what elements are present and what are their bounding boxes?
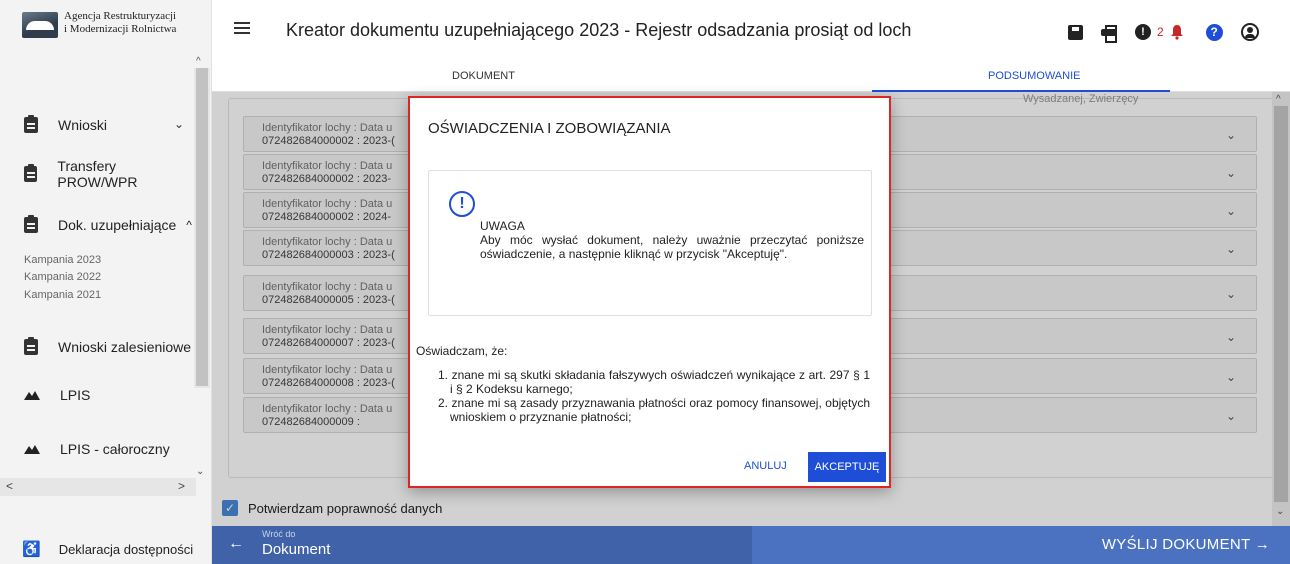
save-icon[interactable] bbox=[1068, 24, 1083, 40]
sidebar: Agencja Restrukturyzacji i Modernizacji … bbox=[0, 0, 212, 564]
sidebar-item-wnioski[interactable]: Wnioski ⌄ bbox=[0, 110, 194, 140]
scroll-left-icon[interactable]: < bbox=[6, 479, 13, 493]
logo-line-2: i Modernizacji Rolnictwa bbox=[64, 23, 177, 35]
sidebar-subitem-kampania-2022[interactable]: Kampania 2022 bbox=[24, 271, 101, 283]
sidebar-item-lpis-caloroczny[interactable]: LPIS - całoroczny bbox=[0, 434, 194, 464]
mountain-icon bbox=[24, 390, 40, 400]
warning-box: ! UWAGA Aby móc wysłać dokument, należy … bbox=[428, 170, 872, 316]
clipboard-icon bbox=[24, 215, 38, 233]
bottom-bar: ← Wróć do Dokument WYŚLIJ DOKUMENT → bbox=[212, 526, 1290, 564]
sidebar-horizontal-scrollbar[interactable]: < > bbox=[0, 478, 196, 496]
tabs: DOKUMENT PODSUMOWANIE bbox=[212, 64, 1290, 92]
mountain-icon bbox=[24, 444, 40, 454]
sidebar-subitem-kampania-2023[interactable]: Kampania 2023 bbox=[24, 254, 101, 266]
back-button[interactable]: Dokument bbox=[262, 541, 330, 558]
sidebar-scroll-up-icon[interactable]: ^ bbox=[196, 56, 201, 67]
accessibility-icon: ♿ bbox=[22, 541, 41, 558]
cancel-button[interactable]: ANULUJ bbox=[744, 460, 787, 472]
sidebar-item-label: Wnioski zalesieniowe bbox=[58, 339, 192, 355]
sidebar-item-wnioski-zalesieniowe[interactable]: Wnioski zalesieniowe bbox=[0, 332, 194, 362]
declaration-item: 1. znane mi są skutki składania fałszywy… bbox=[438, 368, 870, 396]
accept-button[interactable]: AKCEPTUJĘ bbox=[808, 452, 886, 482]
tab-summary[interactable]: PODSUMOWANIE bbox=[988, 70, 1081, 82]
user-icon[interactable] bbox=[1240, 23, 1259, 41]
declarations-dialog: OŚWIADCZENIA I ZOBOWIĄZANIA ! UWAGA Aby … bbox=[408, 96, 891, 488]
sidebar-scrollbar-thumb[interactable] bbox=[196, 68, 208, 386]
sidebar-item-dok-uzupelniajace[interactable]: Dok. uzupełniające ^ bbox=[0, 210, 194, 240]
tab-document[interactable]: DOKUMENT bbox=[452, 70, 515, 82]
sidebar-item-lpis[interactable]: LPIS bbox=[0, 380, 194, 410]
sidebar-item-label: Transfery PROW/WPR bbox=[57, 158, 138, 190]
arimr-logo-icon bbox=[22, 12, 58, 38]
declaration-intro: Oświadczam, że: bbox=[416, 344, 508, 358]
back-caption[interactable]: Wróć do bbox=[262, 529, 295, 539]
logo[interactable]: Agencja Restrukturyzacji i Modernizacji … bbox=[0, 0, 212, 56]
toolbar: ! 2 ? bbox=[1068, 20, 1259, 44]
declaration-item: 2. znane mi są zasady przyznawania płatn… bbox=[438, 396, 870, 424]
chevron-up-icon: ^ bbox=[186, 218, 192, 232]
sidebar-item-label: LPIS - całoroczny bbox=[60, 441, 170, 457]
page-title: Kreator dokumentu uzupełniającego 2023 -… bbox=[286, 20, 912, 40]
alert-icon[interactable]: ! bbox=[1135, 24, 1151, 40]
logo-line-1: Agencja Restrukturyzacji bbox=[64, 10, 177, 22]
clipboard-icon bbox=[24, 115, 38, 133]
dialog-title: OŚWIADCZENIA I ZOBOWIĄZANIA bbox=[428, 120, 671, 137]
scroll-right-icon[interactable]: > bbox=[178, 479, 185, 493]
send-document-button[interactable]: WYŚLIJ DOKUMENT → bbox=[1102, 536, 1270, 553]
warning-text: Aby móc wysłać dokument, należy uważnie … bbox=[480, 233, 864, 261]
sidebar-item-label: Wnioski bbox=[58, 117, 108, 133]
arrow-right-icon: → bbox=[1254, 536, 1270, 553]
sidebar-item-accessibility[interactable]: ♿ Deklaracja dostępności bbox=[0, 534, 212, 564]
sidebar-item-transfery[interactable]: Transfery PROW/WPR bbox=[0, 158, 194, 190]
sidebar-item-label: Dok. uzupełniające bbox=[58, 217, 177, 233]
warning-label: UWAGA bbox=[480, 219, 525, 233]
sidebar-subitem-kampania-2021[interactable]: Kampania 2021 bbox=[24, 289, 101, 301]
info-alert-icon: ! bbox=[449, 191, 475, 217]
chevron-down-icon: ⌄ bbox=[173, 117, 184, 131]
sidebar-item-label: LPIS bbox=[60, 387, 91, 403]
sidebar-scroll-down-icon[interactable]: ⌄ bbox=[196, 466, 204, 477]
top-bar: Kreator dokumentu uzupełniającego 2023 -… bbox=[212, 0, 1290, 64]
help-icon[interactable]: ? bbox=[1205, 23, 1223, 41]
clipboard-icon bbox=[24, 164, 38, 182]
bell-icon[interactable] bbox=[1170, 24, 1184, 40]
clipboard-icon bbox=[24, 337, 38, 355]
send-document-area[interactable]: WYŚLIJ DOKUMENT → bbox=[752, 526, 1290, 564]
declaration-list: 1. znane mi są skutki składania fałszywy… bbox=[438, 368, 870, 424]
notification-count: 2 bbox=[1157, 25, 1164, 39]
menu-icon[interactable] bbox=[234, 22, 250, 24]
arrow-left-icon[interactable]: ← bbox=[228, 535, 244, 553]
sidebar-item-label: Deklaracja dostępności bbox=[58, 541, 194, 557]
print-icon[interactable] bbox=[1101, 25, 1117, 43]
